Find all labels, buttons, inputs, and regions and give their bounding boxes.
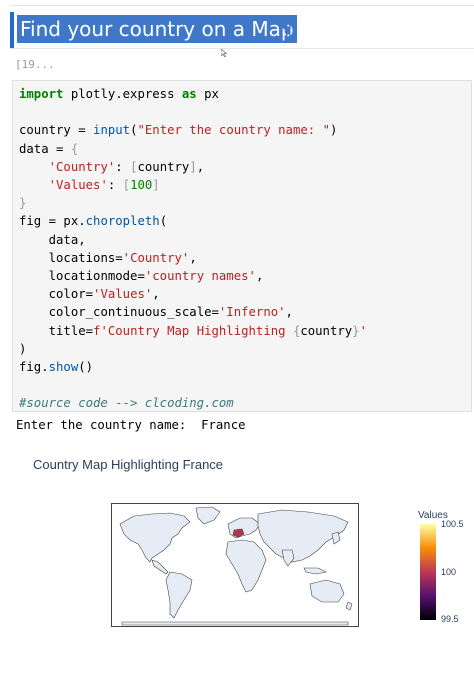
code-token: px xyxy=(204,87,219,101)
cell-output-text: Enter the country name: France xyxy=(16,418,246,432)
code-token: country = xyxy=(19,123,94,138)
code-token: 100 xyxy=(130,178,153,193)
code-token: : xyxy=(107,178,123,193)
execution-count: [19... xyxy=(15,58,55,71)
code-token: import xyxy=(19,87,64,101)
code-token: data = xyxy=(19,141,71,156)
mouse-cursor-icon xyxy=(221,49,227,57)
code-token: , xyxy=(189,250,197,265)
code-token: 'Country' xyxy=(48,159,116,174)
code-token: [ xyxy=(122,178,131,193)
australia-landmass xyxy=(309,579,345,603)
code-token: fig = px. xyxy=(19,214,86,229)
antarctica-landmass xyxy=(121,621,349,626)
colorbar-tick-mid: 100 xyxy=(441,567,457,577)
colorbar-tick-min: 99.5 xyxy=(441,614,459,624)
code-token: () xyxy=(78,360,94,375)
code-token: , xyxy=(285,305,293,320)
greenland-landmass xyxy=(195,506,221,525)
code-token: color_continuous_scale= xyxy=(48,305,219,320)
code-token: { xyxy=(70,141,79,156)
code-token: 'Country' xyxy=(122,250,190,265)
north-america-landmass xyxy=(119,512,191,563)
africa-landmass xyxy=(225,539,267,593)
code-editor[interactable]: import plotly.express as px country = in… xyxy=(19,85,367,413)
code-token: , xyxy=(196,159,205,174)
code-token: as xyxy=(181,87,197,101)
code-token: ] xyxy=(152,178,160,193)
india-landmass xyxy=(281,549,295,567)
cell-divider xyxy=(10,48,474,49)
new-zealand-landmass xyxy=(345,601,353,611)
code-token: fig. xyxy=(19,360,49,375)
code-token: , xyxy=(255,269,264,284)
code-token: plotly.express xyxy=(70,87,175,101)
code-token: } xyxy=(352,323,360,338)
code-token: locationmode= xyxy=(48,269,145,284)
code-token: 'Values' xyxy=(93,287,153,302)
central-america-landmass xyxy=(151,559,169,575)
code-token: 'country names' xyxy=(144,269,256,284)
code-token: 'Inferno' xyxy=(218,305,286,320)
code-token: locations= xyxy=(48,250,123,265)
top-divider xyxy=(10,5,474,6)
indonesia-landmass xyxy=(303,567,327,575)
code-token: color= xyxy=(48,287,94,302)
code-token: 'Values' xyxy=(48,178,108,193)
code-token: "Enter the country name: " xyxy=(137,123,330,138)
code-token: f'Country Map Highlighting xyxy=(93,323,293,338)
code-token: , xyxy=(152,287,160,302)
code-token: : xyxy=(115,159,131,174)
code-token: data, xyxy=(48,232,86,247)
code-comment: #source code --> clcoding.com xyxy=(19,396,234,411)
code-cell[interactable]: import plotly.express as px country = in… xyxy=(12,80,472,412)
code-token: } xyxy=(19,196,27,211)
anchor-link-pilcrow[interactable]: ¶ xyxy=(280,15,293,43)
plot-title: Country Map Highlighting France xyxy=(33,457,224,472)
code-token: ( xyxy=(159,214,168,229)
south-america-landmass xyxy=(165,571,193,619)
code-token: input xyxy=(93,123,131,138)
code-token: country xyxy=(137,159,190,174)
colorbar-tick-max: 100.5 xyxy=(441,519,464,529)
code-token: title= xyxy=(48,323,94,338)
code-token: ' xyxy=(359,323,367,338)
code-token: ) xyxy=(19,341,27,356)
code-token: show xyxy=(48,360,79,375)
page-heading[interactable]: Find your country on a Map xyxy=(17,15,297,43)
code-token: country xyxy=(300,323,353,338)
code-token: choropleth xyxy=(85,214,160,229)
code-token: ) xyxy=(329,123,338,138)
markdown-cell[interactable]: Find your country on a Map ¶ xyxy=(10,12,474,48)
colorbar-gradient xyxy=(420,524,436,620)
world-map-svg xyxy=(119,506,353,626)
code-token: ] xyxy=(189,159,197,174)
choropleth-map[interactable] xyxy=(111,503,359,627)
